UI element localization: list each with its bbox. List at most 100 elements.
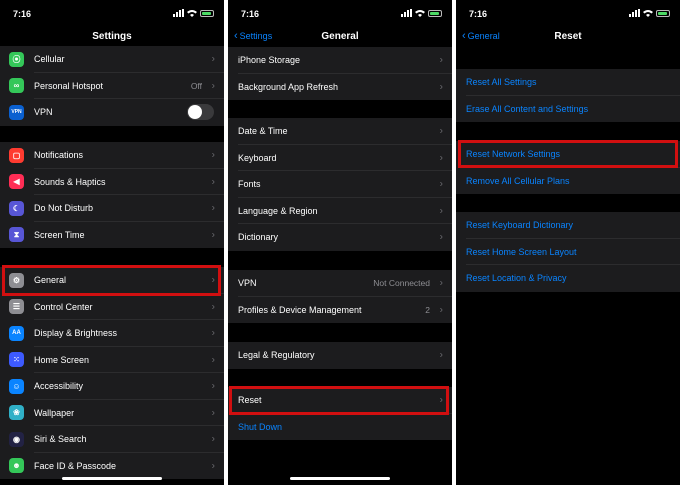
row-fonts[interactable]: Fonts › bbox=[228, 171, 452, 198]
highlight-reset bbox=[229, 386, 449, 415]
chevron-right-icon: › bbox=[211, 229, 215, 241]
vpn-status-value: Not Connected bbox=[373, 278, 430, 289]
row-background-app-refresh[interactable]: Background App Refresh › bbox=[228, 74, 452, 101]
row-label: Fonts bbox=[238, 179, 261, 190]
chevron-right-icon: › bbox=[439, 349, 443, 361]
settings-row-screen-time[interactable]: ⧗ Screen Time › bbox=[0, 222, 224, 249]
row-label: Remove All Cellular Plans bbox=[466, 175, 570, 186]
siri-icon: ◉ bbox=[9, 431, 24, 447]
chevron-right-icon: › bbox=[439, 152, 443, 164]
row-label: Erase All Content and Settings bbox=[466, 103, 589, 114]
faceid-icon: ☻ bbox=[9, 458, 24, 474]
settings-row-vpn[interactable]: VPN VPN bbox=[0, 99, 224, 126]
vpn-toggle[interactable] bbox=[187, 104, 214, 121]
chevron-right-icon: › bbox=[439, 205, 443, 217]
home-screen-icon: ⁙ bbox=[9, 352, 24, 368]
row-vpn[interactable]: VPN Not Connected › bbox=[228, 270, 452, 297]
status-bar: 7:16 bbox=[456, 8, 680, 22]
accessibility-icon: ☺ bbox=[9, 378, 24, 394]
row-remove-cellular-plans[interactable]: Remove All Cellular Plans bbox=[456, 168, 680, 195]
row-reset-all-settings[interactable]: Reset All Settings bbox=[456, 69, 680, 96]
row-label: Cellular bbox=[34, 54, 65, 65]
general-screen: 7:16 ‹ Settings General iPhone Storage › B… bbox=[228, 0, 452, 485]
row-language-region[interactable]: Language & Region › bbox=[228, 198, 452, 225]
settings-row-face-id[interactable]: ☻ Face ID & Passcode › bbox=[0, 453, 224, 480]
chevron-right-icon: › bbox=[439, 277, 443, 289]
row-date-time[interactable]: Date & Time › bbox=[228, 118, 452, 145]
settings-row-display[interactable]: AA Display & Brightness › bbox=[0, 320, 224, 347]
row-reset-home-screen-layout[interactable]: Reset Home Screen Layout bbox=[456, 239, 680, 266]
chevron-right-icon: › bbox=[439, 54, 443, 66]
row-shut-down[interactable]: Shut Down bbox=[228, 414, 452, 441]
settings-row-do-not-disturb[interactable]: ☾ Do Not Disturb › bbox=[0, 195, 224, 222]
chevron-right-icon: › bbox=[211, 380, 215, 392]
row-label: Siri & Search bbox=[34, 434, 87, 445]
general-group-legal: Legal & Regulatory › bbox=[228, 342, 452, 369]
row-label: Background App Refresh bbox=[238, 81, 339, 92]
row-label: Profiles & Device Management bbox=[238, 304, 362, 315]
battery-icon bbox=[428, 9, 442, 17]
row-label: Reset All Settings bbox=[466, 77, 537, 88]
wifi-icon bbox=[415, 10, 425, 17]
row-label: Dictionary bbox=[238, 232, 279, 243]
notifications-icon: ▢ bbox=[9, 147, 24, 163]
settings-row-control-center[interactable]: ☰ Control Center › bbox=[0, 294, 224, 321]
row-reset-keyboard-dictionary[interactable]: Reset Keyboard Dictionary bbox=[456, 212, 680, 239]
row-label: Face ID & Passcode bbox=[34, 460, 117, 471]
chevron-right-icon: › bbox=[211, 176, 215, 188]
hotspot-icon: ∞ bbox=[9, 78, 24, 94]
row-label: Notifications bbox=[34, 150, 84, 161]
settings-row-hotspot[interactable]: ∞ Personal Hotspot Off › bbox=[0, 73, 224, 100]
wifi-icon bbox=[187, 10, 197, 17]
status-time: 7:16 bbox=[13, 9, 32, 19]
reset-group-other: Reset Keyboard Dictionary Reset Home Scr… bbox=[456, 212, 680, 292]
row-erase-all-content[interactable]: Erase All Content and Settings bbox=[456, 96, 680, 123]
settings-row-sounds[interactable]: ◀ Sounds & Haptics › bbox=[0, 169, 224, 196]
row-label: Sounds & Haptics bbox=[34, 176, 106, 187]
chevron-right-icon: › bbox=[211, 460, 215, 472]
chevron-right-icon: › bbox=[211, 407, 215, 419]
chevron-right-icon: › bbox=[211, 327, 215, 339]
row-label: VPN bbox=[34, 107, 53, 118]
home-indicator bbox=[62, 477, 162, 480]
cellular-icon: ⦿ bbox=[9, 51, 24, 67]
settings-row-cellular[interactable]: ⦿ Cellular › bbox=[0, 46, 224, 73]
highlight-reset-network bbox=[458, 140, 678, 168]
status-bar: 7:16 bbox=[0, 8, 224, 22]
settings-row-siri[interactable]: ◉ Siri & Search › bbox=[0, 426, 224, 453]
row-label: Control Center bbox=[34, 301, 93, 312]
row-dictionary[interactable]: Dictionary › bbox=[228, 224, 452, 251]
profiles-count: 2 bbox=[425, 304, 430, 315]
control-center-icon: ☰ bbox=[9, 299, 24, 315]
chevron-right-icon: › bbox=[211, 433, 215, 445]
row-label: Accessibility bbox=[34, 381, 84, 392]
row-label: Do Not Disturb bbox=[34, 203, 94, 214]
chevron-right-icon: › bbox=[439, 81, 443, 93]
page-title: Settings bbox=[92, 31, 132, 42]
row-label: Reset Keyboard Dictionary bbox=[466, 220, 574, 231]
home-indicator bbox=[290, 477, 390, 480]
chevron-right-icon: › bbox=[211, 149, 215, 161]
status-time: 7:16 bbox=[241, 9, 260, 19]
reset-group-main: Reset All Settings Erase All Content and… bbox=[456, 69, 680, 122]
cellular-signal-icon bbox=[629, 9, 640, 17]
chevron-right-icon: › bbox=[211, 53, 215, 65]
chevron-right-icon: › bbox=[439, 178, 443, 190]
page-title: Reset bbox=[554, 31, 582, 42]
settings-row-wallpaper[interactable]: ❀ Wallpaper › bbox=[0, 400, 224, 427]
settings-row-home-screen[interactable]: ⁙ Home Screen › bbox=[0, 347, 224, 374]
cellular-signal-icon bbox=[173, 9, 184, 17]
highlight-general bbox=[2, 265, 221, 296]
row-reset-location-privacy[interactable]: Reset Location & Privacy bbox=[456, 265, 680, 292]
row-profiles[interactable]: Profiles & Device Management 2 › bbox=[228, 297, 452, 324]
settings-row-accessibility[interactable]: ☺ Accessibility › bbox=[0, 373, 224, 400]
battery-icon bbox=[656, 9, 670, 17]
reset-screen: 7:16 ‹ General Reset Reset All Settings E… bbox=[456, 0, 680, 485]
row-label: Personal Hotspot bbox=[34, 80, 104, 91]
hotspot-value: Off bbox=[190, 80, 202, 91]
settings-row-notifications[interactable]: ▢ Notifications › bbox=[0, 142, 224, 169]
row-iphone-storage[interactable]: iPhone Storage › bbox=[228, 47, 452, 74]
row-keyboard[interactable]: Keyboard › bbox=[228, 145, 452, 172]
row-label: Language & Region bbox=[238, 205, 318, 216]
row-legal[interactable]: Legal & Regulatory › bbox=[228, 342, 452, 369]
